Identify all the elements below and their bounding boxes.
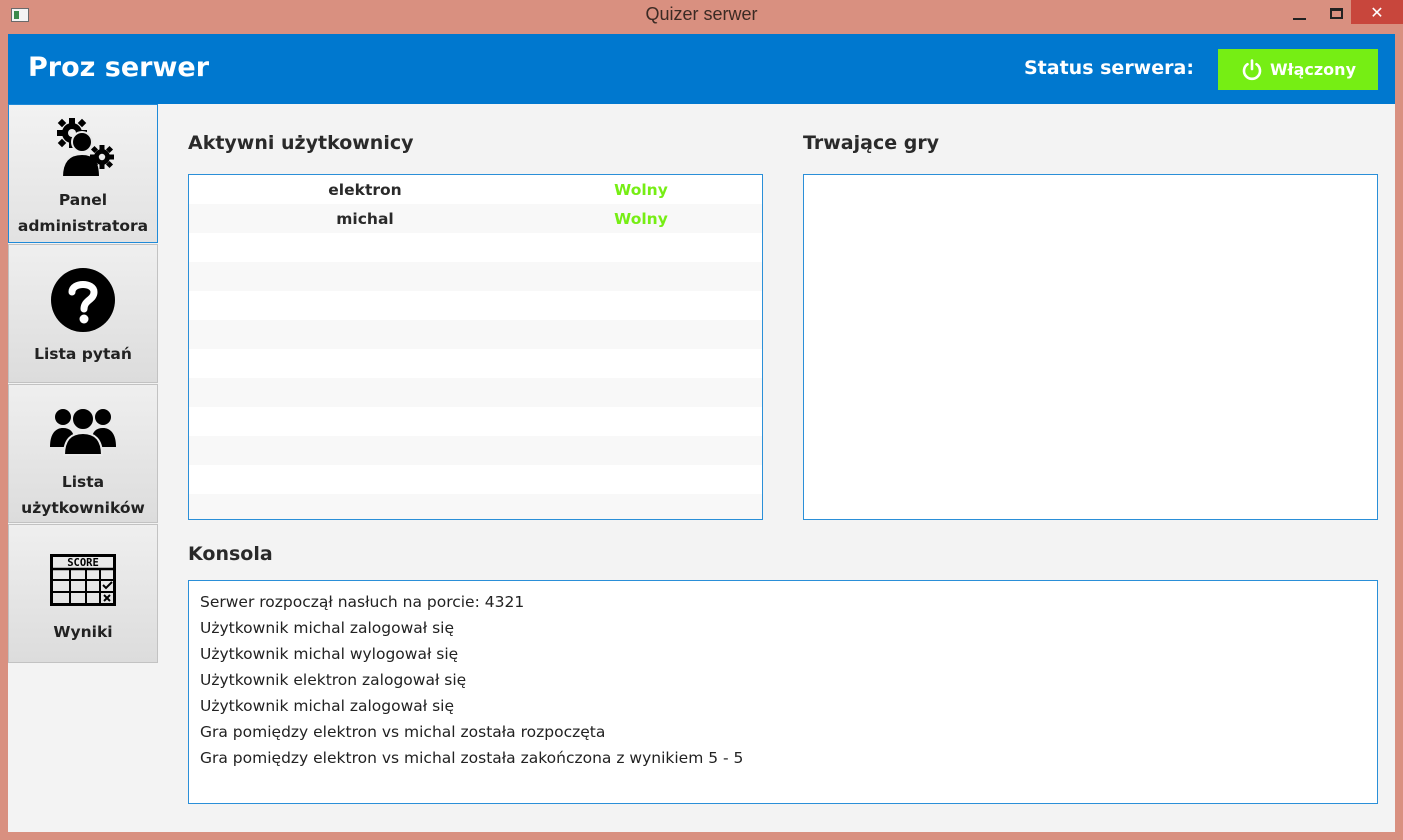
console-line: Użytkownik michal zalogował się [200,619,455,637]
ongoing-games-title: Trwające gry [803,132,940,154]
sidebar-item-label: Lista pytań [34,345,132,363]
table-row [189,407,762,436]
window-titlebar[interactable]: Quizer serwer ✕ [0,0,1403,33]
app-client-area: Proz serwer Status serwera: Włączony Pan… [8,34,1395,832]
sidebar-item-admin-panel[interactable]: Panel administratora [8,104,158,243]
console-title: Konsola [188,543,273,565]
console-line: Użytkownik elektron zalogował się [200,671,467,689]
minimize-button[interactable] [1280,0,1318,26]
score-icon: SCORE [48,545,118,615]
table-row [189,320,762,349]
console-line: Serwer rozpoczął nasłuch na porcie: 4321 [200,593,525,611]
minimize-icon [1292,18,1306,20]
sidebar-item-label: Lista użytkowników [21,473,145,517]
score-icon-text: SCORE [67,557,99,569]
user-status: Wolny [614,209,668,228]
admin-gears-icon [48,113,118,183]
user-name: michal [336,209,394,228]
table-row [189,378,762,407]
table-row [189,233,762,262]
table-row[interactable]: elektron Wolny [189,175,762,204]
sidebar-item-label: Panel administratora [17,191,149,235]
table-row [189,291,762,320]
server-status-value: Włączony [1270,60,1356,79]
window-title: Quizer serwer [645,4,758,24]
close-icon: ✕ [1370,2,1384,22]
table-row [189,262,762,291]
sidebar-item-users[interactable]: Lista użytkowników [8,384,158,523]
table-row [189,494,762,519]
active-users-list[interactable]: elektron Wolny michal Wolny [188,174,763,520]
power-icon [1242,58,1262,80]
server-status-label: Status serwera: [1024,57,1194,79]
maximize-icon [1329,7,1343,19]
maximize-button[interactable] [1318,0,1354,26]
user-status: Wolny [614,180,668,199]
close-button[interactable]: ✕ [1351,0,1403,24]
active-users-title: Aktywni użytkownicy [188,132,414,154]
question-icon [48,265,118,335]
sidebar-item-results[interactable]: SCORE Wyniki [8,524,158,663]
app-header: Proz serwer Status serwera: Włączony [8,34,1395,104]
console-line: Użytkownik michal wylogował się [200,645,459,663]
user-name: elektron [328,180,402,199]
app-title: Proz serwer [28,52,210,83]
table-row [189,465,762,494]
sidebar-item-label: Wyniki [53,623,113,641]
console-output[interactable]: Serwer rozpoczął nasłuch na porcie: 4321… [188,580,1378,804]
console-line: Gra pomiędzy elektron vs michal została … [200,723,606,741]
sidebar-item-questions[interactable]: Lista pytań [8,244,158,383]
server-status-button[interactable]: Włączony [1218,49,1378,90]
console-line: Gra pomiędzy elektron vs michal została … [200,749,744,767]
table-row [189,436,762,465]
ongoing-games-list[interactable] [803,174,1378,520]
console-line: Użytkownik michal zalogował się [200,697,455,715]
table-row[interactable]: michal Wolny [189,204,762,233]
table-row [189,349,762,378]
users-icon [48,395,118,465]
